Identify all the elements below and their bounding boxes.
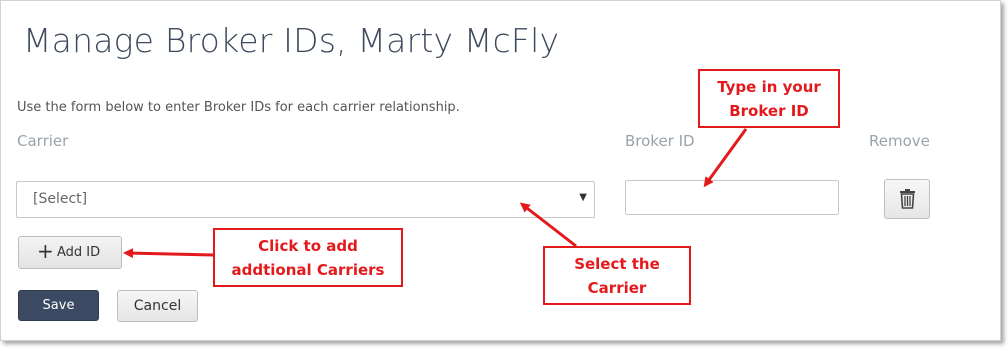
- broker-id-form-panel: Manage Broker IDs, Marty McFly Use the f…: [0, 0, 1001, 341]
- arrow-to-carrier-select: [519, 202, 577, 248]
- arrow-to-add-button: [123, 248, 214, 259]
- annotation-arrows: [123, 128, 748, 259]
- arrow-to-broker-input: [703, 128, 748, 188]
